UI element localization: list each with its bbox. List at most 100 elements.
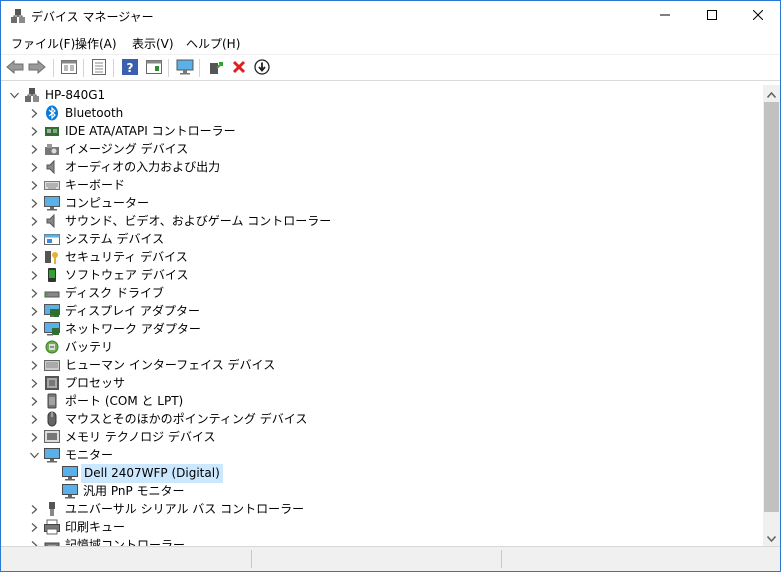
download-button[interactable]	[252, 58, 272, 77]
close-button[interactable]	[735, 1, 781, 31]
chevron-right-icon[interactable]	[27, 410, 41, 428]
chevron-right-icon[interactable]	[27, 122, 41, 140]
tree-category[interactable]: ポート (COM と LPT)	[27, 392, 185, 410]
chevron-right-icon[interactable]	[27, 284, 41, 302]
chevron-right-icon[interactable]	[27, 230, 41, 248]
tree-item-label: ユニバーサル シリアル バス コントローラー	[65, 501, 305, 516]
tree-item-label: サウンド、ビデオ、およびゲーム コントローラー	[65, 213, 332, 228]
tree-category[interactable]: ヒューマン インターフェイス デバイス	[27, 356, 277, 374]
chevron-right-icon[interactable]	[27, 518, 41, 536]
close-icon	[752, 9, 764, 23]
menu-action[interactable]: 操作(A)	[75, 34, 117, 53]
processor-icon	[44, 375, 60, 391]
tree-category[interactable]: IDE ATA/ATAPI コントローラー	[27, 122, 238, 140]
help-button[interactable]: ?	[120, 58, 140, 77]
chevron-right-icon[interactable]	[27, 500, 41, 518]
update-driver-button[interactable]	[206, 59, 226, 77]
menu-view[interactable]: 表示(V)	[132, 34, 174, 53]
tree-item-label: Bluetooth	[65, 105, 124, 120]
svg-text:?: ?	[127, 61, 134, 75]
menu-help[interactable]: ヘルプ(H)	[186, 34, 240, 53]
tree-item-label: Dell 2407WFP (Digital)	[81, 463, 223, 483]
tree-item-label: ソフトウェア デバイス	[65, 267, 189, 282]
details-button[interactable]	[144, 59, 164, 77]
chevron-right-icon[interactable]	[27, 428, 41, 446]
storage-controller-icon	[44, 537, 60, 546]
tree-category[interactable]: バッテリ	[27, 338, 115, 356]
tree-category[interactable]: メモリ テクノロジ デバイス	[27, 428, 218, 446]
forward-button[interactable]	[27, 59, 47, 77]
chevron-right-icon[interactable]	[27, 320, 41, 338]
tree-item-label: プロセッサ	[65, 375, 126, 390]
tree-item-label: システム デバイス	[65, 231, 165, 246]
minimize-button[interactable]	[642, 1, 688, 31]
chevron-right-icon[interactable]	[27, 194, 41, 212]
system-device-icon	[44, 231, 60, 247]
tree-category[interactable]: オーディオの入力および出力	[27, 158, 222, 176]
menu-file[interactable]: ファイル(F)	[11, 34, 75, 53]
tree-category[interactable]: モニター	[27, 446, 115, 464]
tree-category[interactable]: Bluetooth	[27, 104, 125, 122]
tree-category[interactable]: サウンド、ビデオ、およびゲーム コントローラー	[27, 212, 333, 230]
list-view-icon	[92, 58, 106, 78]
scan-hardware-button[interactable]	[175, 59, 195, 77]
chevron-right-icon[interactable]	[27, 356, 41, 374]
tree-item-label: ネットワーク アダプター	[65, 321, 201, 336]
tree-category[interactable]: ネットワーク アダプター	[27, 320, 203, 338]
tree-category[interactable]: 印刷キュー	[27, 518, 127, 536]
network-adapter-icon	[44, 321, 60, 337]
properties-view-button[interactable]	[59, 59, 79, 77]
tree-category[interactable]: ユニバーサル シリアル バス コントローラー	[27, 500, 306, 518]
chevron-down-icon[interactable]	[7, 86, 21, 104]
forward-icon	[28, 59, 46, 77]
chevron-right-icon[interactable]	[27, 158, 41, 176]
properties-view-icon	[61, 59, 77, 77]
speaker-icon	[44, 213, 60, 229]
tree-item-label: ディスク ドライブ	[65, 285, 164, 300]
chevron-right-icon[interactable]	[27, 248, 41, 266]
list-view-button[interactable]	[89, 58, 109, 78]
tree-item-label: 記憶域コントローラー	[65, 537, 186, 547]
tree-device[interactable]: Dell 2407WFP (Digital)	[45, 463, 223, 483]
uninstall-button[interactable]	[229, 59, 249, 77]
details-icon	[146, 59, 162, 77]
tree-category[interactable]: ディスプレイ アダプター	[27, 302, 202, 320]
vertical-scrollbar[interactable]	[763, 85, 780, 546]
tree-category[interactable]: ソフトウェア デバイス	[27, 266, 190, 284]
tree-category[interactable]: 記憶域コントローラー	[27, 536, 187, 546]
tree-category[interactable]: コンピューター	[27, 194, 151, 212]
chevron-right-icon[interactable]	[27, 140, 41, 158]
update-driver-icon	[208, 59, 224, 78]
maximize-button[interactable]	[689, 1, 735, 31]
scroll-up-button[interactable]	[763, 85, 780, 102]
chevron-right-icon[interactable]	[27, 212, 41, 230]
device-manager-window: デバイス マネージャー ファイル(F) 操作(A) 表示(V) ヘルプ(H) ?…	[0, 0, 781, 572]
tree-item-label: HP-840G1	[45, 87, 106, 102]
chevron-right-icon[interactable]	[27, 176, 41, 194]
chevron-down-icon[interactable]	[27, 446, 41, 464]
tree-category[interactable]: マウスとそのほかのポインティング デバイス	[27, 410, 309, 428]
chevron-right-icon[interactable]	[27, 338, 41, 356]
tree-device[interactable]: 汎用 PnP モニター	[45, 482, 187, 500]
tree-root[interactable]: HP-840G1	[7, 86, 107, 104]
toolbar: ?	[1, 54, 780, 81]
tree-category[interactable]: ディスク ドライブ	[27, 284, 166, 302]
tree-item-label: コンピューター	[65, 195, 150, 210]
tree-category[interactable]: キーボード	[27, 176, 127, 194]
chevron-right-icon[interactable]	[27, 104, 41, 122]
chevron-right-icon[interactable]	[27, 302, 41, 320]
tree-category[interactable]: セキュリティ デバイス	[27, 248, 190, 266]
scroll-thumb[interactable]	[764, 102, 779, 512]
chevron-right-icon[interactable]	[27, 392, 41, 410]
chevron-right-icon[interactable]	[27, 536, 41, 546]
device-tree: HP-840G1 Bluetooth IDE ATA/ATAPI コントローラー イメ…	[1, 85, 762, 546]
tree-category[interactable]: イメージング デバイス	[27, 140, 190, 158]
chevron-right-icon[interactable]	[27, 374, 41, 392]
tree-item-label: ポート (COM と LPT)	[65, 393, 184, 408]
tree-category[interactable]: システム デバイス	[27, 230, 166, 248]
chevron-right-icon[interactable]	[27, 266, 41, 284]
back-button[interactable]	[5, 59, 25, 77]
minimize-icon	[660, 9, 670, 23]
scroll-down-button[interactable]	[763, 529, 780, 546]
tree-category[interactable]: プロセッサ	[27, 374, 127, 392]
